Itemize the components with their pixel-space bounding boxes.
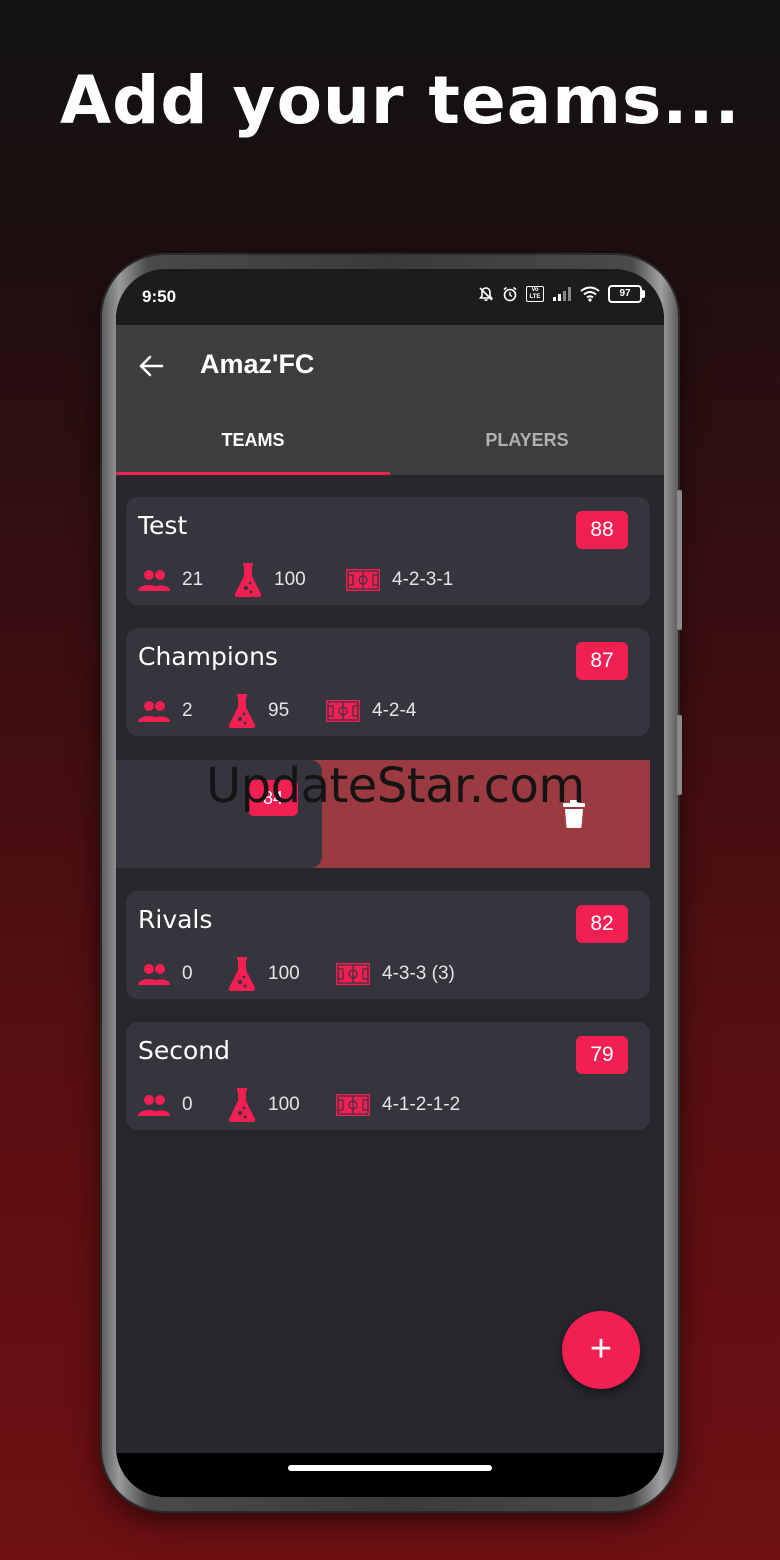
formation: 4-1-2-1-2 (336, 1094, 460, 1116)
team-stats: 0 100 (138, 957, 455, 991)
watermark: UpdateStar.com (206, 758, 585, 814)
player-count-value: 21 (182, 569, 204, 590)
formation-value: 4-2-4 (372, 700, 417, 721)
pitch-icon (326, 700, 360, 722)
player-count: 0 (138, 963, 228, 985)
pitch-icon (336, 963, 370, 985)
chemistry-value: 95 (268, 700, 290, 721)
player-count-value: 0 (182, 1094, 193, 1115)
plus-icon: + (589, 1328, 613, 1370)
rating-badge: 87 (576, 642, 628, 680)
home-indicator[interactable] (288, 1465, 492, 1471)
chemistry-value: 100 (274, 569, 306, 590)
system-nav-bar (116, 1453, 664, 1497)
team-stats: 2 95 4-2-4 (138, 694, 416, 728)
people-icon (138, 570, 170, 591)
team-card[interactable]: Test 88 21 100 4-2-3-1 (126, 497, 650, 605)
player-count: 2 (138, 700, 228, 722)
chemistry-value: 100 (268, 963, 300, 984)
team-card[interactable]: Second 79 0 100 4-1-2-1-2 (126, 1022, 650, 1130)
team-name: Second (138, 1036, 231, 1065)
chemistry: 100 (234, 563, 346, 597)
team-name: Champions (138, 642, 278, 671)
power-button (677, 715, 682, 795)
wifi-icon (580, 286, 600, 302)
rating-badge: 88 (576, 511, 628, 549)
rating-badge: 79 (576, 1036, 628, 1074)
signal-icon (553, 287, 571, 301)
tab-bar: TEAMS PLAYERS (116, 405, 664, 475)
chemistry: 100 (228, 1088, 336, 1122)
flask-icon (228, 957, 256, 991)
status-icons: Vo LTE 97 (478, 285, 645, 303)
volume-button (677, 490, 682, 630)
formation: 4-2-4 (326, 700, 416, 722)
team-card[interactable]: Champions 87 2 95 4-2-4 (126, 628, 650, 736)
phone-screen: 9:50 Vo LTE 97 Amaz'FC TEAMS PLAYERS Tes… (116, 269, 664, 1497)
chemistry: 100 (228, 957, 336, 991)
team-card[interactable]: Rivals 82 0 100 4-3-3 (3) (126, 891, 650, 999)
formation-value: 4-2-3-1 (392, 569, 454, 590)
people-icon (138, 964, 170, 985)
player-count-value: 2 (182, 700, 193, 721)
formation: 4-2-3-1 (346, 569, 453, 591)
flask-icon (234, 563, 262, 597)
chemistry: 95 (228, 694, 326, 728)
headline: Add your teams... (60, 62, 741, 139)
pitch-icon (346, 569, 380, 591)
alarm-icon (503, 286, 517, 302)
people-icon (138, 1095, 170, 1116)
formation: 4-3-3 (3) (336, 963, 455, 985)
team-name: Rivals (138, 905, 213, 934)
phone-frame: 9:50 Vo LTE 97 Amaz'FC TEAMS PLAYERS Tes… (102, 255, 682, 1511)
status-bar: 9:50 Vo LTE 97 (116, 269, 664, 325)
tab-players[interactable]: PLAYERS (390, 405, 664, 475)
app-bar: Amaz'FC TEAMS PLAYERS (116, 325, 664, 475)
tab-teams[interactable]: TEAMS (116, 405, 390, 475)
status-time: 9:50 (142, 287, 177, 306)
arrow-left-icon[interactable] (138, 353, 164, 379)
chemistry-value: 100 (268, 1094, 300, 1115)
flask-icon (228, 694, 256, 728)
team-stats: 0 100 (138, 1088, 460, 1122)
player-count: 21 (138, 569, 234, 591)
formation-value: 4-3-3 (3) (382, 963, 455, 984)
people-icon (138, 701, 170, 722)
bell-off-icon (478, 287, 494, 301)
flask-icon (228, 1088, 256, 1122)
rating-badge: 82 (576, 905, 628, 943)
team-list: Test 88 21 100 4-2-3-1 Champions 87 2 95… (116, 475, 664, 1453)
player-count: 0 (138, 1094, 228, 1116)
team-stats: 21 100 4-2-3-1 (138, 563, 453, 597)
volte-icon: Vo LTE (526, 286, 544, 302)
battery-icon: 97 (608, 285, 645, 303)
formation-value: 4-1-2-1-2 (382, 1094, 461, 1115)
app-title: Amaz'FC (200, 349, 315, 379)
player-count-value: 0 (182, 963, 193, 984)
team-name: Test (138, 511, 188, 540)
pitch-icon (336, 1094, 370, 1116)
add-team-button[interactable]: + (562, 1311, 640, 1389)
